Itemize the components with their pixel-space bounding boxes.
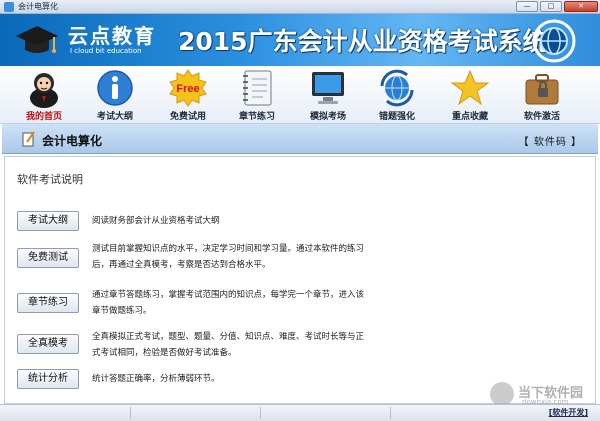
window-titlebar: 会计电算化 — □ ✕ bbox=[0, 0, 600, 14]
toolbar-item-wrong-answers[interactable]: 错题强化 bbox=[367, 68, 427, 122]
free-test-button[interactable]: 免费测试 bbox=[17, 248, 79, 268]
toolbar-label: 软件激活 bbox=[523, 112, 560, 122]
section-header: 会计电算化 【 软件码 】 bbox=[2, 124, 598, 154]
software-code-link[interactable]: 【 软件码 】 bbox=[519, 133, 582, 148]
star-icon bbox=[450, 69, 490, 106]
brand-logo-subtitle: I cloud bit education bbox=[70, 47, 142, 55]
monitor-icon bbox=[312, 72, 344, 104]
toolbar-item-chapter-practice[interactable]: 章节练习 bbox=[227, 68, 287, 122]
syllabus-button[interactable]: 考试大纲 bbox=[17, 211, 79, 231]
exam-description-panel: 软件考试说明 考试大纲 阅读财务部会计从业资格考试大纲 免费测试 测试目前掌握知… bbox=[4, 156, 596, 404]
toolbar-item-activate[interactable]: 软件激活 bbox=[512, 68, 572, 122]
status-divider bbox=[260, 407, 261, 419]
pencil-icon bbox=[22, 131, 35, 147]
info-icon bbox=[97, 70, 133, 106]
globe-refresh-icon bbox=[380, 69, 414, 107]
toolbar-label: 我的首页 bbox=[25, 112, 62, 122]
section-title: 会计电算化 bbox=[42, 134, 103, 148]
status-divider bbox=[130, 407, 131, 419]
software-developer-link[interactable]: [软件开发] bbox=[549, 407, 588, 418]
free-badge-text: Free bbox=[176, 83, 199, 95]
toolbar-label: 错题强化 bbox=[378, 112, 415, 122]
window-controls: — □ ✕ bbox=[516, 1, 598, 12]
maximize-button[interactable]: □ bbox=[540, 1, 562, 12]
status-divider bbox=[390, 407, 391, 419]
toolbar-item-favorites[interactable]: 重点收藏 bbox=[440, 68, 500, 122]
system-title: 2015广东会计从业资格考试系统 bbox=[178, 27, 548, 56]
header-banner: 云点教育 I cloud bit education 2015广东会计从业资格考… bbox=[0, 14, 600, 66]
row-description: 统计答题正确率，分析薄弱环节。 bbox=[92, 374, 220, 384]
close-button[interactable]: ✕ bbox=[564, 1, 598, 12]
chapter-practice-button[interactable]: 章节练习 bbox=[17, 293, 79, 313]
status-bar: [软件开发] bbox=[0, 404, 600, 421]
notebook-icon bbox=[243, 70, 272, 106]
mock-exam-button[interactable]: 全真模考 bbox=[17, 334, 79, 354]
toolbar-item-mock-exam[interactable]: 模拟考场 bbox=[298, 68, 358, 122]
panel-heading: 软件考试说明 bbox=[17, 173, 83, 186]
statistics-button[interactable]: 统计分析 bbox=[17, 369, 79, 389]
row-description: 全真模拟正式考试，题型、题量、分值、知识点、难度、考试时长等与正式考试相同，检验… bbox=[92, 332, 365, 358]
main-toolbar: 我的首页 考试大纲 Free 免费试用 章节练习 模拟考场 错题强化 重点收藏 … bbox=[0, 66, 600, 124]
app-icon bbox=[4, 2, 14, 12]
minimize-button[interactable]: — bbox=[516, 1, 538, 12]
brand-logo-text: 云点教育 bbox=[68, 24, 156, 48]
toolbar-label: 模拟考场 bbox=[309, 112, 346, 122]
toolbar-label: 考试大纲 bbox=[96, 112, 133, 122]
toolbar-item-syllabus[interactable]: 考试大纲 bbox=[85, 68, 145, 122]
user-avatar-icon bbox=[30, 73, 58, 108]
graduation-cap-icon bbox=[16, 26, 58, 53]
row-description: 通过章节答题练习，掌握考试范围内的知识点，每学完一个章节，进入该章节做题练习。 bbox=[92, 290, 365, 316]
row-description: 测试目前掌握知识点的水平，决定学习时间和学习量。通过本软件的练习后，再通过全真模… bbox=[92, 244, 365, 270]
window-title: 会计电算化 bbox=[18, 2, 58, 11]
toolbar-label: 免费试用 bbox=[169, 112, 206, 122]
toolbar-label: 重点收藏 bbox=[451, 112, 488, 122]
free-badge-icon: Free bbox=[169, 69, 207, 107]
toolbar-item-free-trial[interactable]: Free 免费试用 bbox=[158, 68, 218, 122]
watermark-icon bbox=[490, 382, 514, 406]
toolbar-label: 章节练习 bbox=[238, 112, 275, 122]
toolbar-item-home[interactable]: 我的首页 bbox=[14, 68, 74, 122]
briefcase-lock-icon bbox=[525, 74, 559, 105]
row-description: 阅读财务部会计从业资格考试大纲 bbox=[92, 216, 220, 226]
globe-logo-icon bbox=[532, 19, 576, 63]
